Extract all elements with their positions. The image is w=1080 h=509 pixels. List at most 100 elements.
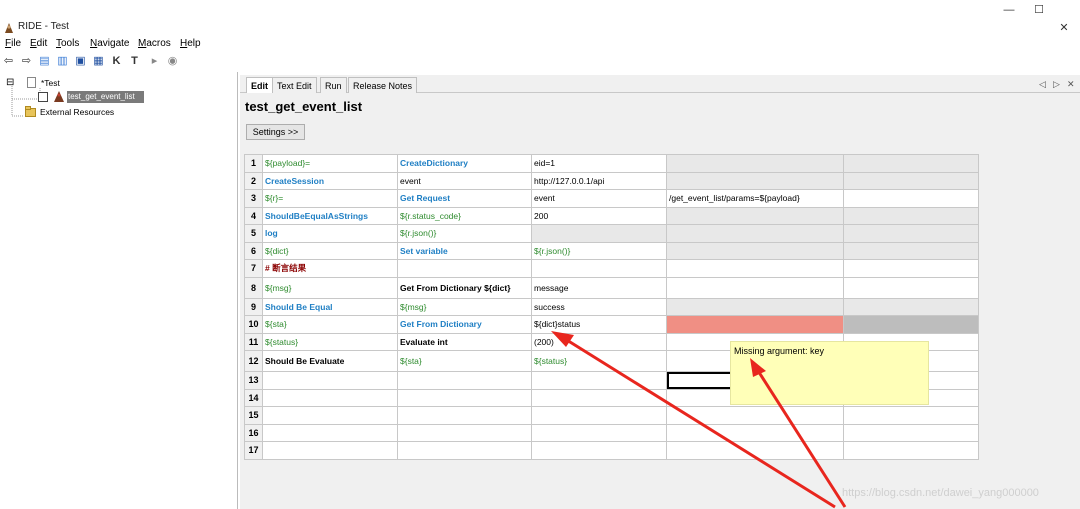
grid-cell[interactable]: /get_event_list/params=${payload} — [666, 189, 844, 208]
menu-tools[interactable]: Tools — [56, 38, 79, 49]
grid-cell[interactable]: CreateSession — [262, 171, 398, 190]
menu-edit[interactable]: Edit — [30, 38, 47, 49]
grid-cell[interactable]: http://127.0.0.1/api — [531, 171, 667, 190]
tree-root-suite[interactable]: *Test — [41, 78, 60, 88]
tree-expander-icon[interactable]: ⊟ — [6, 77, 14, 88]
open-folder-icon[interactable]: ▥ — [56, 55, 69, 68]
grid-cell[interactable]: ${sta} — [397, 350, 532, 372]
grid-cell[interactable] — [397, 423, 532, 442]
grid-cell[interactable]: ${msg} — [397, 297, 532, 316]
search-tests-icon[interactable]: T — [128, 55, 141, 68]
tab-scroll-right-icon[interactable]: ▷ — [1053, 79, 1060, 90]
grid-cell[interactable] — [531, 371, 667, 390]
row-number[interactable]: 16 — [244, 423, 263, 442]
row-number[interactable]: 11 — [244, 332, 263, 351]
save-all-icon[interactable]: ▦ — [92, 55, 105, 68]
grid-cell[interactable] — [531, 259, 667, 278]
grid-cell[interactable] — [666, 154, 844, 173]
grid-cell[interactable] — [666, 441, 844, 460]
menu-help[interactable]: Help — [180, 38, 201, 49]
row-number[interactable]: 12 — [244, 350, 263, 372]
grid-cell[interactable] — [397, 406, 532, 425]
grid-cell[interactable] — [531, 441, 667, 460]
grid-cell[interactable] — [666, 241, 844, 260]
grid-cell[interactable] — [262, 388, 398, 407]
grid-cell[interactable] — [397, 259, 532, 278]
grid-cell[interactable] — [666, 171, 844, 190]
grid-cell[interactable]: message — [531, 276, 667, 299]
forward-icon[interactable]: ⇨ — [20, 55, 33, 68]
grid-cell[interactable] — [262, 406, 398, 425]
grid-cell[interactable] — [843, 315, 979, 334]
grid-cell[interactable]: ${r}= — [262, 189, 398, 208]
grid-cell[interactable] — [531, 423, 667, 442]
grid-cell[interactable] — [666, 315, 844, 334]
grid-cell[interactable] — [397, 371, 532, 390]
grid-cell[interactable]: event — [531, 189, 667, 208]
grid-cell[interactable]: Evaluate int — [397, 332, 532, 351]
row-number[interactable]: 14 — [244, 388, 263, 407]
grid-cell[interactable]: Get From Dictionary ${dict} — [397, 276, 532, 299]
grid-cell[interactable]: success — [531, 297, 667, 316]
grid-cell[interactable] — [843, 171, 979, 190]
tab-edit[interactable]: Edit — [246, 77, 273, 93]
row-number[interactable]: 9 — [244, 297, 263, 316]
grid-cell[interactable] — [666, 206, 844, 225]
grid-cell[interactable]: Should Be Equal — [262, 297, 398, 316]
grid-cell[interactable]: Get From Dictionary — [397, 315, 532, 334]
grid-cell[interactable]: ${r.json()} — [397, 224, 532, 243]
grid-cell[interactable] — [397, 441, 532, 460]
row-number[interactable]: 4 — [244, 206, 263, 225]
grid-cell[interactable]: ${status} — [531, 350, 667, 372]
keyword-grid[interactable]: 1 ${payload}= CreateDictionary eid=1 2 Create… — [244, 154, 979, 460]
row-number[interactable]: 3 — [244, 189, 263, 208]
settings-button[interactable]: Settings >> — [246, 124, 305, 140]
row-number[interactable]: 13 — [244, 371, 263, 390]
grid-cell[interactable] — [666, 406, 844, 425]
grid-cell[interactable] — [531, 388, 667, 407]
grid-cell[interactable]: ${msg} — [262, 276, 398, 299]
maximize-button[interactable]: ☐ — [1024, 0, 1054, 20]
grid-cell[interactable]: (200) — [531, 332, 667, 351]
grid-cell[interactable] — [262, 371, 398, 390]
tab-close-icon[interactable]: ✕ — [1067, 79, 1075, 90]
row-number[interactable]: 1 — [244, 154, 263, 173]
grid-cell[interactable] — [262, 441, 398, 460]
tab-release-notes[interactable]: Release Notes — [348, 77, 418, 93]
grid-cell[interactable] — [843, 259, 979, 278]
grid-cell[interactable]: CreateDictionary — [397, 154, 532, 173]
menu-macros[interactable]: Macros — [138, 38, 171, 49]
grid-cell[interactable]: 200 — [531, 206, 667, 225]
row-number[interactable]: 5 — [244, 224, 263, 243]
grid-cell[interactable] — [843, 189, 979, 208]
grid-cell[interactable] — [843, 241, 979, 260]
grid-cell[interactable] — [531, 224, 667, 243]
grid-cell[interactable]: # 断言结果 — [262, 259, 398, 278]
tab-scroll-left-icon[interactable]: ◁ — [1039, 79, 1046, 90]
grid-cell[interactable] — [666, 297, 844, 316]
grid-cell[interactable] — [843, 224, 979, 243]
stop-icon[interactable]: ◉ — [166, 55, 179, 68]
search-keywords-icon[interactable]: K — [110, 55, 123, 68]
grid-cell[interactable] — [843, 441, 979, 460]
grid-cell[interactable] — [666, 224, 844, 243]
grid-cell[interactable] — [843, 206, 979, 225]
grid-cell[interactable] — [262, 423, 398, 442]
grid-cell[interactable] — [666, 259, 844, 278]
grid-cell[interactable] — [531, 406, 667, 425]
test-checkbox[interactable] — [38, 92, 48, 102]
grid-cell[interactable] — [397, 388, 532, 407]
grid-cell[interactable] — [843, 423, 979, 442]
grid-cell[interactable]: ${r.json()} — [531, 241, 667, 260]
menu-file[interactable]: File — [5, 38, 21, 49]
grid-cell[interactable]: ${payload}= — [262, 154, 398, 173]
tree-item-test[interactable]: test_get_event_list — [67, 91, 144, 103]
grid-cell[interactable]: log — [262, 224, 398, 243]
row-number[interactable]: 10 — [244, 315, 263, 334]
minimize-button[interactable]: — — [994, 0, 1024, 20]
grid-cell[interactable]: ${sta} — [262, 315, 398, 334]
back-icon[interactable]: ⇦ — [2, 55, 15, 68]
grid-cell[interactable]: Set variable — [397, 241, 532, 260]
grid-cell[interactable]: event — [397, 171, 532, 190]
tab-text-edit[interactable]: Text Edit — [272, 77, 317, 93]
